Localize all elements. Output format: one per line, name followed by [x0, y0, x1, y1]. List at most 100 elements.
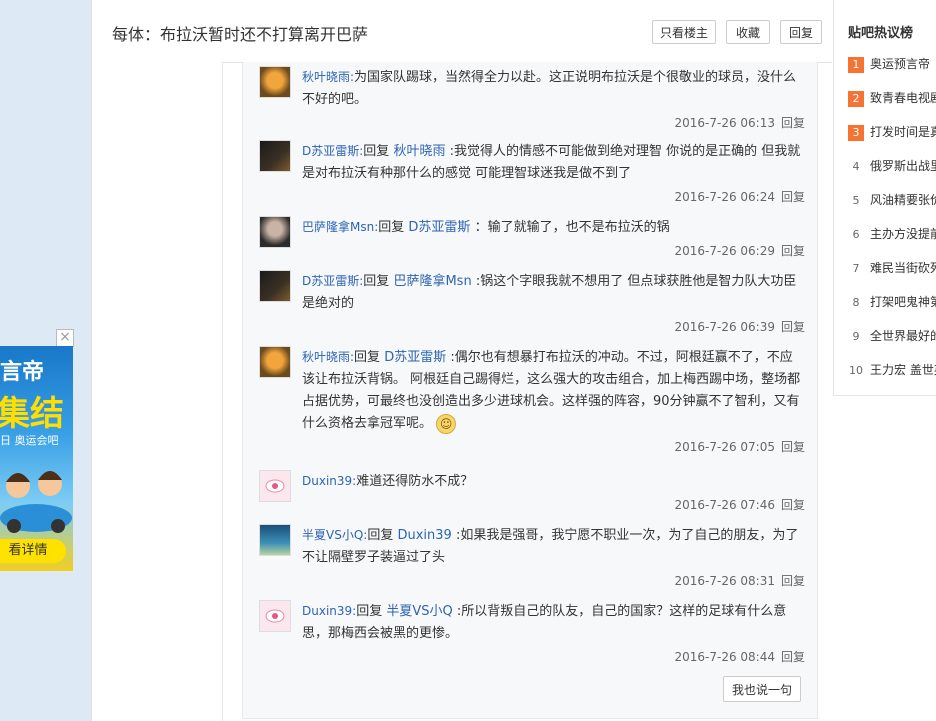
hot-topic-item[interactable]: 5 风油精要张价	[848, 191, 936, 211]
rank-badge: 5	[852, 194, 860, 207]
hot-topic-text: 打发时间是真	[870, 125, 936, 139]
hot-topics-title: 贴吧热议榜	[848, 26, 914, 41]
reply-link[interactable]: 回复	[781, 650, 805, 664]
ad-cartoon-icon	[0, 471, 72, 533]
hot-topic-item[interactable]: 6 主办方没提前	[848, 225, 936, 245]
close-icon[interactable]: ×	[56, 329, 74, 347]
reply-link[interactable]: 回复	[781, 498, 805, 512]
rank-badge: 6	[852, 228, 860, 241]
hot-topic-item[interactable]: 9 全世界最好的	[848, 327, 936, 347]
ad-line3: 日 奥运会吧	[0, 434, 59, 447]
reply-username[interactable]: D苏亚雷斯:	[302, 274, 363, 288]
reply-time: 2016-7-26 06:29	[674, 244, 775, 258]
reply-meta: 2016-7-26 06:13 回复	[674, 114, 805, 131]
hot-topic-item[interactable]: 10 王力宏 盖世英	[848, 361, 936, 381]
hot-topic-item[interactable]: 1 奥运预言帝	[848, 55, 936, 75]
reply-link[interactable]: 回复	[781, 116, 805, 130]
reply-keyword: 回复	[367, 528, 394, 543]
avatar[interactable]	[259, 66, 291, 98]
reply-username[interactable]: 半夏VS小Q:	[302, 528, 367, 542]
reply-target-user[interactable]: 巴萨隆拿Msn	[393, 274, 471, 289]
reply-meta: 2016-7-26 06:29 回复	[674, 242, 805, 259]
reply-time: 2016-7-26 07:46	[674, 498, 775, 512]
reply-meta: 2016-7-26 08:44 回复	[674, 648, 805, 665]
rank-badge: 10	[849, 364, 863, 377]
reply-username[interactable]: 秋叶晓雨:	[302, 70, 354, 84]
reply-username[interactable]: 秋叶晓雨:	[302, 350, 354, 364]
avatar[interactable]	[259, 346, 291, 378]
hot-topic-text: 奥运预言帝	[870, 57, 931, 71]
hot-topic-item[interactable]: 2 致青春电视剧	[848, 89, 936, 109]
reply-time: 2016-7-26 08:31	[674, 574, 775, 588]
reply-time: 2016-7-26 06:24	[674, 190, 775, 204]
reply-meta: 2016-7-26 06:39 回复	[674, 318, 805, 335]
avatar[interactable]	[259, 270, 291, 302]
reply-time: 2016-7-26 06:39	[674, 320, 775, 334]
reply-target-user[interactable]: 半夏VS小Q	[386, 604, 452, 619]
hot-topic-item[interactable]: 4 俄罗斯出战里	[848, 157, 936, 177]
reply-content: 巴萨隆拿Msn:回复 D苏亚雷斯 ：输了就输了，也不是布拉沃的锅	[302, 216, 802, 239]
reply-text: 为国家队踢球，当然得全力以赴。这正说明布拉沃是个很敬业的球员，没什么不好的吧。	[302, 70, 797, 107]
hot-topic-text: 主办方没提前	[870, 227, 936, 241]
rank-badge: 2	[848, 91, 864, 107]
reply-time: 2016-7-26 08:44	[674, 650, 775, 664]
rank-badge: 7	[852, 262, 860, 275]
reply-content: 秋叶晓雨:为国家队踢球，当然得全力以赴。这正说明布拉沃是个很敬业的球员，没什么不…	[302, 66, 802, 111]
rank-badge: 3	[848, 125, 864, 141]
reply-username[interactable]: 巴萨隆拿Msn:	[302, 220, 378, 234]
reply-meta: 2016-7-26 06:24 回复	[674, 188, 805, 205]
reply-time: 2016-7-26 06:13	[674, 116, 775, 130]
hot-topic-text: 全世界最好的	[870, 329, 936, 343]
reply-link[interactable]: 回复	[781, 574, 805, 588]
reply-keyword: 回复	[354, 350, 381, 365]
rank-badge: 1	[848, 57, 864, 73]
say-something-button[interactable]: 我也说一句	[723, 676, 801, 702]
reply-keyword: 回复	[356, 604, 383, 619]
avatar[interactable]	[259, 524, 291, 556]
only-op-button[interactable]: 只看楼主	[652, 20, 716, 44]
reply-link[interactable]: 回复	[781, 244, 805, 258]
ad-banner[interactable]: 言帝 集结 日 奥运会吧 看详情	[0, 346, 73, 571]
hot-topics-panel: 贴吧热议榜 1 奥运预言帝 2 致青春电视剧 3 打发时间是真 4 俄罗斯出战里 5 风油精要张价…	[833, 0, 936, 396]
reply-username[interactable]: Duxin39:	[302, 474, 356, 488]
reply-meta: 2016-7-26 07:05 回复	[674, 438, 805, 455]
reply-time: 2016-7-26 07:05	[674, 440, 775, 454]
reply-keyword: 回复	[378, 220, 405, 235]
reply-text: 难道还得防水不成？	[356, 474, 474, 489]
reply-button[interactable]: 回复	[780, 20, 822, 44]
ad-details-button[interactable]: 看详情	[0, 539, 66, 563]
reply-username[interactable]: Duxin39:	[302, 604, 356, 618]
reply-content: D苏亚雷斯:回复 秋叶晓雨 :我觉得人的情感不可能做到绝对理智 你说的是正确的 …	[302, 140, 802, 185]
avatar[interactable]	[259, 470, 291, 502]
hot-topic-item[interactable]: 8 打架吧鬼神第	[848, 293, 936, 313]
reply-content: 半夏VS小Q:回复 Duxin39 :如果我是强哥，我宁愿不职业一次，为了自己的…	[302, 524, 802, 569]
reply-meta: 2016-7-26 07:46 回复	[674, 496, 805, 513]
reply-username[interactable]: D苏亚雷斯:	[302, 144, 363, 158]
hot-topic-item[interactable]: 7 难民当街砍死	[848, 259, 936, 279]
page-body: 每体：布拉沃暂时还不打算离开巴萨 只看楼主 收藏 回复 秋叶晓雨:为国家队踢球，…	[91, 0, 936, 721]
reply-link[interactable]: 回复	[781, 320, 805, 334]
favorite-button[interactable]: 收藏	[726, 20, 770, 44]
hot-topic-text: 难民当街砍死	[870, 261, 936, 275]
reply-text: ：输了就输了，也不是布拉沃的锅	[474, 220, 670, 235]
reply-target-user[interactable]: 秋叶晓雨	[393, 144, 445, 159]
avatar[interactable]	[259, 140, 291, 172]
hot-topic-text: 风油精要张价	[870, 193, 936, 207]
reply-content: D苏亚雷斯:回复 巴萨隆拿Msn :锅这个字眼我就不想用了 但点球获胜他是智力队…	[302, 270, 802, 315]
reply-target-user[interactable]: D苏亚雷斯	[408, 220, 470, 235]
hot-topic-text: 俄罗斯出战里	[870, 159, 936, 173]
hot-topic-item[interactable]: 3 打发时间是真	[848, 123, 936, 143]
reply-list: 秋叶晓雨:为国家队踢球，当然得全力以赴。这正说明布拉沃是个很敬业的球员，没什么不…	[242, 62, 818, 719]
hot-topic-text: 王力宏 盖世英	[870, 363, 936, 377]
reply-target-user[interactable]: Duxin39	[397, 528, 451, 543]
avatar[interactable]	[259, 216, 291, 248]
rank-badge: 8	[852, 296, 860, 309]
reply-link[interactable]: 回复	[781, 190, 805, 204]
reply-keyword: 回复	[363, 144, 390, 159]
ad-line1: 言帝	[0, 360, 45, 385]
avatar[interactable]	[259, 600, 291, 632]
reply-content: Duxin39:难道还得防水不成？	[302, 470, 802, 493]
reply-target-user[interactable]: D苏亚雷斯	[384, 350, 446, 365]
reply-link[interactable]: 回复	[781, 440, 805, 454]
ad-line2: 集结	[0, 394, 64, 434]
